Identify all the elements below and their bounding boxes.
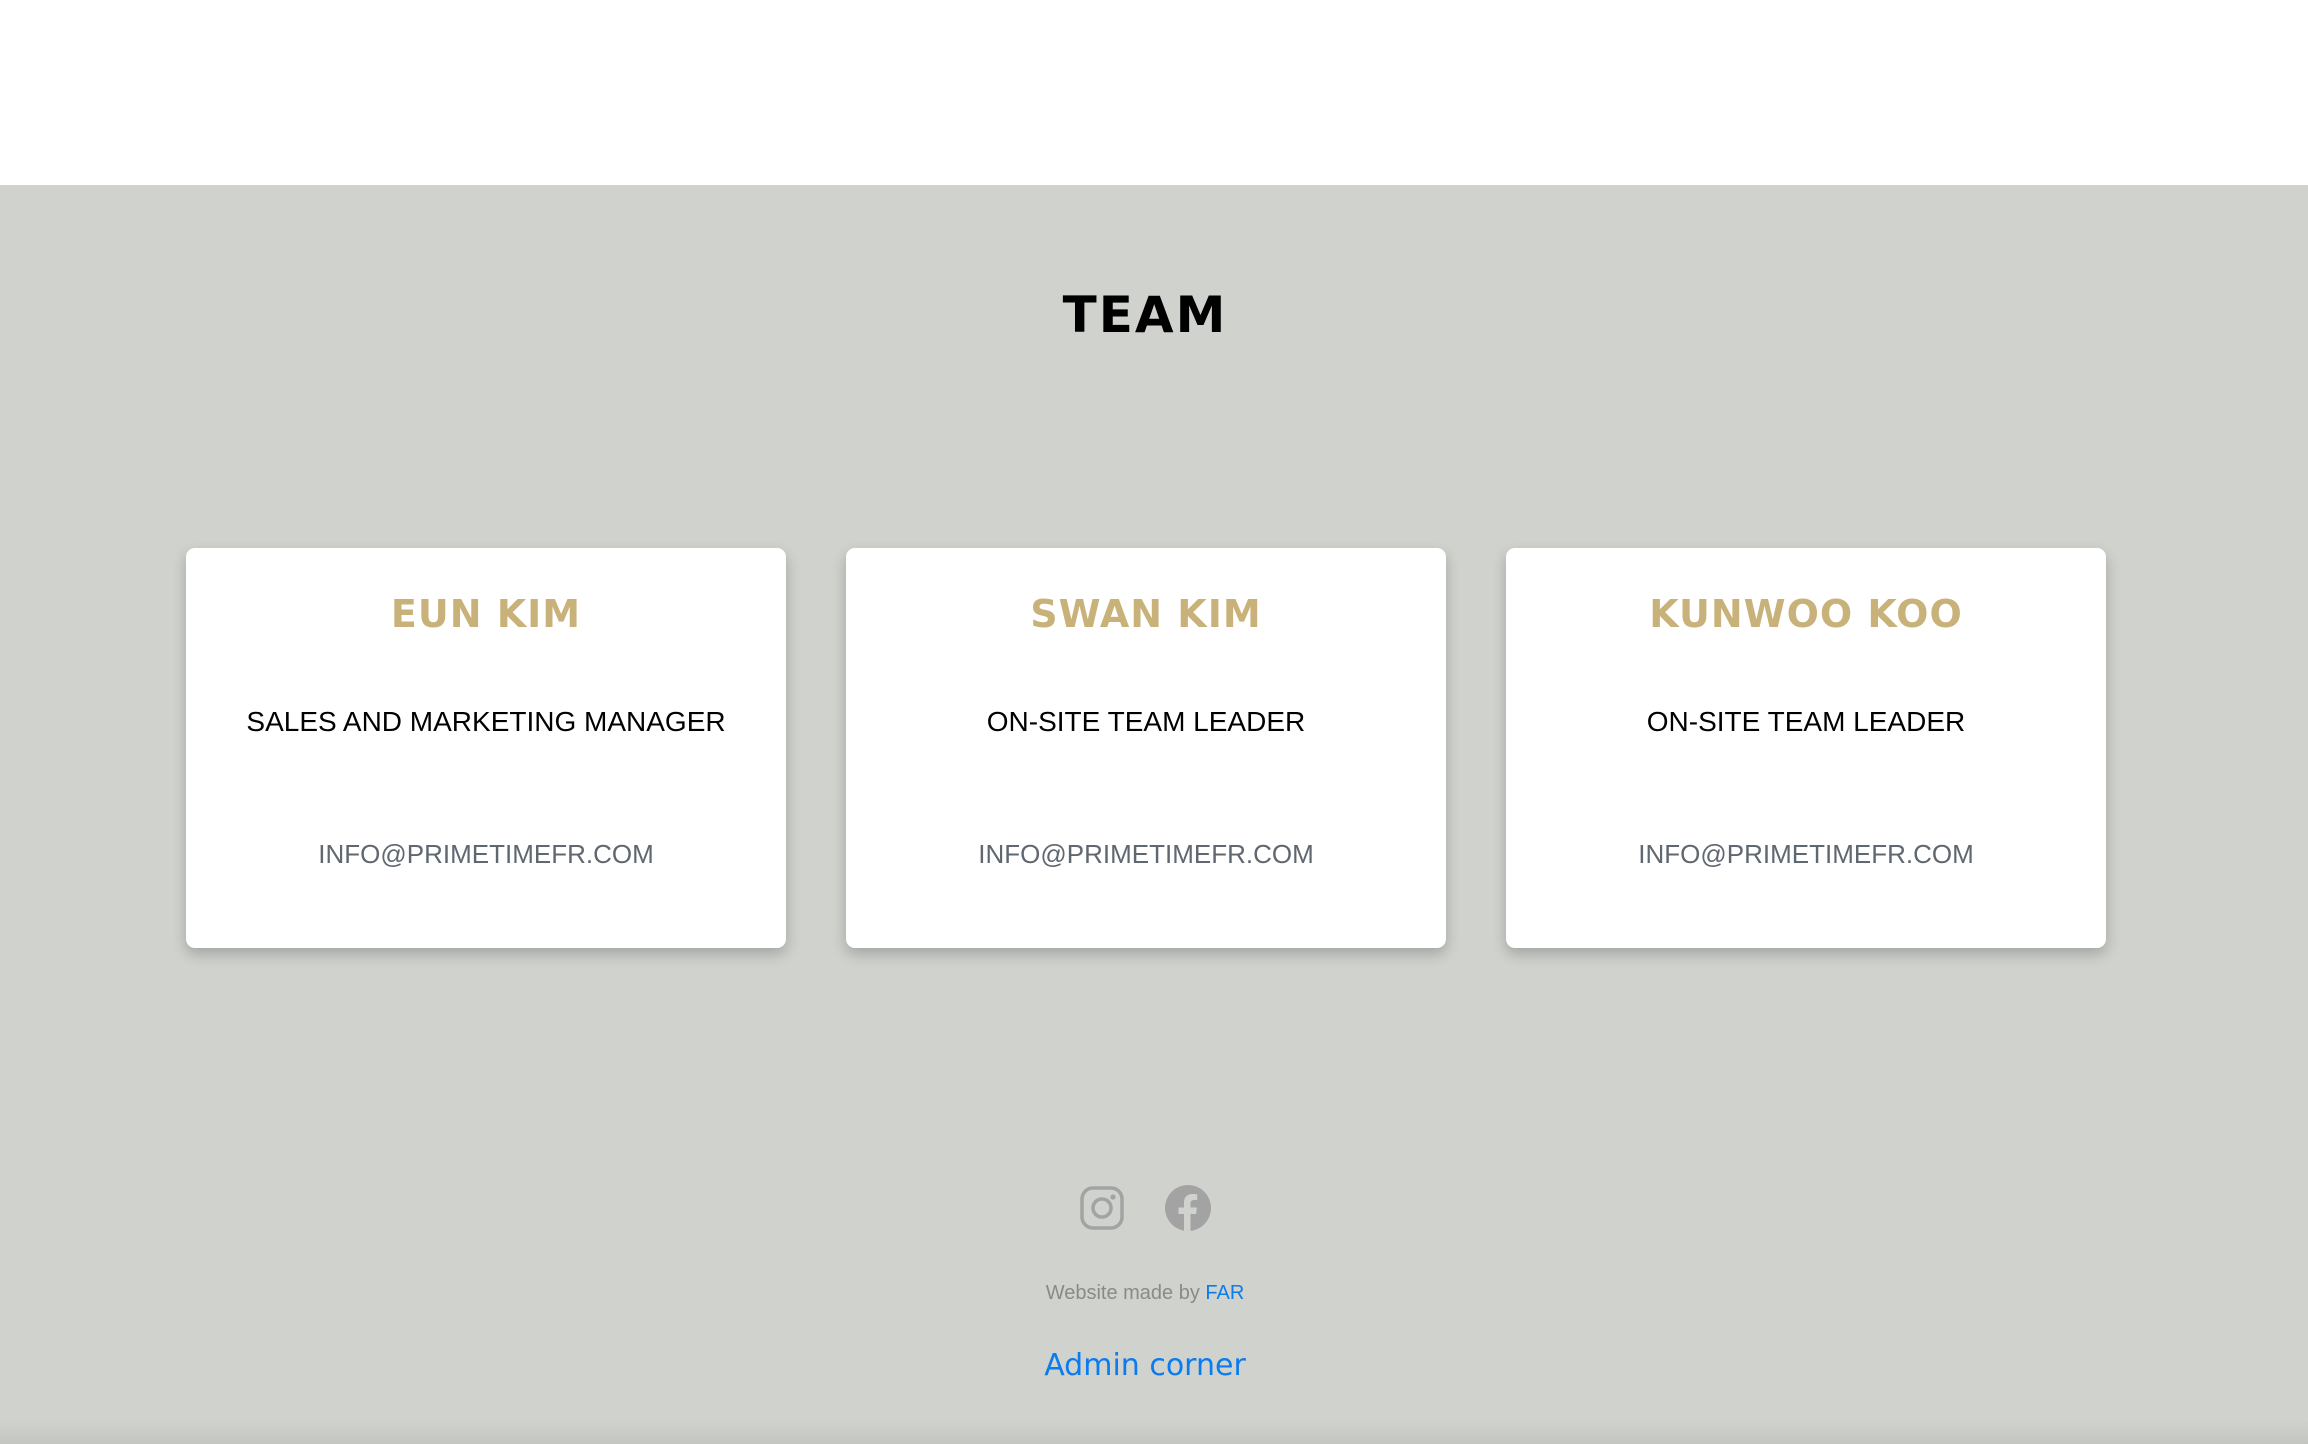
team-card-kunwoo-koo: KUNWOO KOO ON-SITE TEAM LEADER INFO@PRIM… xyxy=(1506,548,2106,948)
member-email-link[interactable]: INFO@PRIMETIMEFR.COM xyxy=(1506,839,2106,870)
member-email-link[interactable]: INFO@PRIMETIMEFR.COM xyxy=(186,839,786,870)
team-card-swan-kim: SWAN KIM ON-SITE TEAM LEADER INFO@PRIMET… xyxy=(846,548,1446,948)
member-role: ON-SITE TEAM LEADER xyxy=(986,706,1306,737)
instagram-icon[interactable] xyxy=(1078,1184,1126,1232)
bottom-edge xyxy=(0,1420,2308,1444)
social-links xyxy=(1078,1184,1212,1232)
member-name: KUNWOO KOO xyxy=(1649,592,1963,636)
member-email-link[interactable]: INFO@PRIMETIMEFR.COM xyxy=(846,839,1446,870)
credit-text: Website made by xyxy=(1045,1282,1206,1304)
member-name: SWAN KIM xyxy=(1030,592,1262,636)
admin-corner-link[interactable]: Admin corner xyxy=(0,1348,2290,1383)
facebook-icon[interactable] xyxy=(1164,1184,1212,1232)
section-title: TEAM xyxy=(1062,286,1228,344)
member-role: ON-SITE TEAM LEADER xyxy=(1646,706,1966,737)
team-card-eun-kim: EUN KIM SALES AND MARKETING MANAGER INFO… xyxy=(186,548,786,948)
far-link[interactable]: FAR xyxy=(1205,1282,1244,1304)
member-role: SALES AND MARKETING MANAGER xyxy=(246,706,726,737)
footer-credit: Website made by FAR xyxy=(0,1282,2290,1305)
member-name: EUN KIM xyxy=(390,592,582,636)
header-band xyxy=(0,0,2308,185)
